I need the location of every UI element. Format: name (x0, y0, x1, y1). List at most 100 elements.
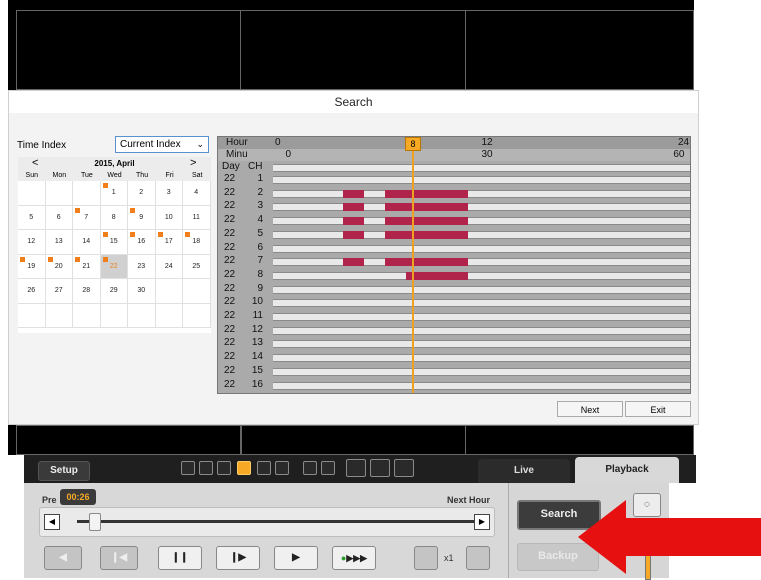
calendar-day[interactable]: 29 (100, 279, 128, 304)
calendar-day[interactable]: 15 (100, 230, 128, 255)
eraser-icon[interactable] (394, 459, 414, 477)
video-cell[interactable] (16, 10, 248, 90)
timeline-row[interactable]: 22 8 (218, 269, 690, 281)
sixteen-view-icon[interactable] (237, 461, 251, 475)
timeline-row[interactable]: 22 2 (218, 187, 690, 199)
zoom-icon[interactable] (321, 461, 335, 475)
calendar-day[interactable]: 28 (73, 279, 101, 304)
calendar-day[interactable]: 13 (45, 230, 73, 255)
recording-segment[interactable] (385, 230, 469, 239)
timeline-lane[interactable] (273, 189, 690, 198)
calendar-day[interactable]: 9 (128, 205, 156, 230)
recording-segment[interactable] (343, 230, 365, 239)
video-cell[interactable] (16, 425, 242, 455)
recording-segment[interactable] (405, 271, 469, 280)
setup-button[interactable]: Setup (38, 461, 90, 481)
calendar-day[interactable]: 24 (155, 254, 183, 279)
calendar-day[interactable]: 3 (155, 181, 183, 206)
calendar-day[interactable]: 25 (183, 254, 211, 279)
timeline-lane[interactable] (273, 203, 690, 212)
calendar-day[interactable]: 6 (45, 205, 73, 230)
recording-segment[interactable] (385, 189, 469, 198)
quad-view-icon[interactable] (199, 461, 213, 475)
calendar-day[interactable]: 7 (73, 205, 101, 230)
seek-forward-icon[interactable]: ▶ (474, 514, 490, 530)
recording-segment[interactable] (343, 203, 365, 212)
recording-segment[interactable] (385, 258, 469, 267)
video-cell[interactable] (465, 10, 694, 90)
timeline-row[interactable]: 22 3 (218, 200, 690, 212)
calendar-day[interactable]: 20 (45, 254, 73, 279)
time-cursor[interactable] (412, 137, 414, 393)
timeline-row[interactable]: 22 9 (218, 283, 690, 295)
timeline-row[interactable]: 22 5 (218, 228, 690, 240)
seek-bar[interactable]: ◀ ▶ (39, 507, 495, 537)
timeline-lane[interactable] (273, 340, 690, 349)
nine-view-icon[interactable] (217, 461, 231, 475)
timeline-row[interactable]: 22 16 (218, 379, 690, 391)
calendar-day[interactable]: 10 (155, 205, 183, 230)
timeline-row[interactable]: 22 7 (218, 255, 690, 267)
rewind-button[interactable]: ◀ (44, 546, 82, 570)
timeline-lane[interactable] (273, 271, 690, 280)
undo-icon[interactable] (303, 461, 317, 475)
calendar-day[interactable]: 26 (18, 279, 46, 304)
timeline-grid[interactable]: Hour 0 12 24 Minu 0 30 60 Day CH 22 1 22 2 22 3 22 4 22 5 22… (217, 136, 691, 394)
calendar-day[interactable]: 12 (18, 230, 46, 255)
timeline-lane[interactable] (273, 313, 690, 321)
play-button[interactable]: ▶ (274, 546, 318, 570)
calendar-day[interactable]: 11 (183, 205, 211, 230)
speed-up-button[interactable] (466, 546, 490, 570)
calendar-day[interactable]: 8 (100, 205, 128, 230)
fullscreen-icon[interactable] (370, 459, 390, 477)
timeline-lane[interactable] (273, 244, 690, 253)
calendar-day[interactable]: 14 (73, 230, 101, 255)
calendar-day[interactable]: 16 (128, 230, 156, 255)
next-hour-label[interactable]: Next Hour (447, 495, 490, 505)
timeline-lane[interactable] (273, 285, 690, 294)
calendar-day[interactable]: 4 (183, 181, 211, 206)
calendar-day[interactable]: 19 (18, 254, 46, 279)
next-month-icon[interactable]: > (190, 157, 196, 170)
step-back-button[interactable]: ❙◀ (100, 546, 138, 570)
timeline-lane[interactable] (273, 176, 690, 184)
timeline-lane[interactable] (273, 217, 690, 226)
timeline-lane[interactable] (273, 326, 690, 335)
calendar-day[interactable]: 21 (73, 254, 101, 279)
pause-button[interactable]: ❙❙ (158, 546, 202, 570)
time-index-select[interactable]: Current Index ⌄ (115, 136, 209, 153)
tab-live[interactable]: Live (478, 459, 570, 483)
timeline-row[interactable]: 22 1 (218, 173, 690, 185)
video-cell[interactable] (240, 10, 466, 90)
timeline-lane[interactable] (273, 230, 690, 239)
recording-segment[interactable] (343, 217, 365, 226)
calendar-day[interactable]: 1 (100, 181, 128, 206)
timeline-row[interactable]: 22 12 (218, 324, 690, 336)
thirtytwo-view-icon[interactable] (275, 461, 289, 475)
seek-thumb[interactable] (89, 513, 101, 531)
timeline-row[interactable]: 22 15 (218, 365, 690, 377)
tab-playback[interactable]: Playback (575, 457, 679, 483)
single-view-icon[interactable] (181, 461, 195, 475)
snapshot-icon[interactable] (346, 459, 366, 477)
timeline-lane[interactable] (273, 258, 690, 267)
timeline-row[interactable]: 22 10 (218, 296, 690, 308)
calendar-day[interactable]: 30 (128, 279, 156, 304)
calendar-day[interactable]: 23 (128, 254, 156, 279)
recording-segment[interactable] (385, 217, 469, 226)
prev-hour-label[interactable]: Pre (42, 495, 57, 505)
seek-track[interactable] (77, 520, 477, 523)
timeline-lane[interactable] (273, 354, 690, 363)
timeline-row[interactable]: 22 14 (218, 351, 690, 363)
calendar-day[interactable]: 22 (100, 254, 128, 279)
video-cell[interactable] (465, 425, 694, 455)
speed-down-button[interactable] (414, 546, 438, 570)
timeline-row[interactable]: 22 4 (218, 214, 690, 226)
timeline-lane[interactable] (273, 299, 690, 308)
calendar-day[interactable]: 2 (128, 181, 156, 206)
next-button[interactable]: Next (557, 401, 623, 417)
calendar-day[interactable]: 18 (183, 230, 211, 255)
timeline-row[interactable]: 22 6 (218, 242, 690, 254)
fast-forward-button[interactable]: ●▶▶▶ (332, 546, 376, 570)
recording-segment[interactable] (343, 258, 365, 267)
